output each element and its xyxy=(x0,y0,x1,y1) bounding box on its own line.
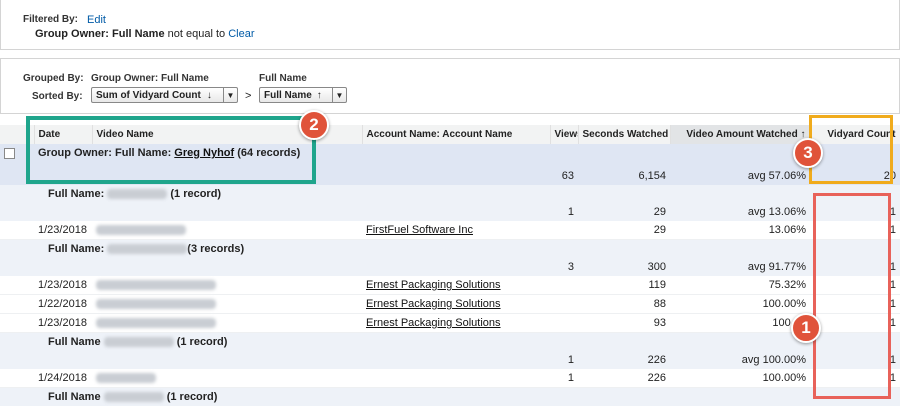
subgroup-views: 3 xyxy=(550,258,578,276)
redacted-video-name xyxy=(96,225,186,236)
subgroup-record-count: (1 record) xyxy=(176,336,228,348)
redacted-video-name xyxy=(96,373,156,384)
subgroup-header: Full Name (1 record) xyxy=(0,332,900,351)
subgroup-views: 1 xyxy=(550,351,578,369)
filter-panel: Filtered By: Edit Group Owner: Full Name… xyxy=(0,0,900,50)
group1-sort-select[interactable]: Sum of Vidyard Count ↓ ▼ xyxy=(91,87,238,103)
subgroup-header: Full Name (1 record) xyxy=(0,387,900,406)
col-header-seconds[interactable]: Seconds Watched xyxy=(578,125,671,144)
redacted-video-name xyxy=(96,318,216,329)
group2-sort-value: Full Name xyxy=(264,89,312,101)
filter-condition: not equal to xyxy=(167,28,226,40)
subgroup-header: Full Name: (3 records) xyxy=(0,239,900,258)
group-amount: avg 57.06% xyxy=(670,167,810,185)
clear-filter-link[interactable]: Clear xyxy=(228,28,254,40)
subgroup-record-count: (1 record) xyxy=(166,391,218,403)
col-header-account[interactable]: Account Name: Account Name xyxy=(362,125,551,144)
filtered-by-label: Filtered By: xyxy=(23,14,79,25)
subgroup-views: 1 xyxy=(550,203,578,221)
col-header-amount[interactable]: Video Amount Watched ↑ xyxy=(670,125,811,144)
account-link[interactable]: Ernest Packaging Solutions xyxy=(366,279,501,291)
dropdown-arrow-icon: ▼ xyxy=(223,88,237,102)
group2-sort-select[interactable]: Full Name ↑ ▼ xyxy=(259,87,347,103)
group2-name: Full Name xyxy=(259,73,307,84)
row-date: 1/22/2018 xyxy=(34,294,92,314)
sort-desc-icon: ↓ xyxy=(206,89,212,101)
table-row: 1/23/2018 Ernest Packaging Solutions 93 … xyxy=(0,313,900,333)
teal-highlight-box xyxy=(26,116,316,184)
row-seconds: 93 xyxy=(578,313,670,333)
annotation-badge-3: 3 xyxy=(793,138,823,168)
row-amount: 13.06% xyxy=(670,221,810,240)
row-date: 1/23/2018 xyxy=(34,221,92,240)
row-date: 1/23/2018 xyxy=(34,313,92,333)
red-highlight-box xyxy=(813,193,891,399)
redacted-video-name xyxy=(96,280,216,291)
subgroup-totals: 3 300 avg 91.77% 1 xyxy=(0,258,900,276)
redacted-name xyxy=(107,244,188,255)
row-amount: 100.00% xyxy=(670,369,810,388)
dropdown-arrow-icon: ▼ xyxy=(332,88,346,102)
subgroup-label: Full Name: xyxy=(48,188,105,200)
table-row: 1/23/2018 FirstFuel Software Inc 29 13.0… xyxy=(0,221,900,240)
subgroup-header: Full Name: (1 record) xyxy=(0,185,900,203)
account-link[interactable]: FirstFuel Software Inc xyxy=(366,224,473,236)
group-separator: > xyxy=(245,90,252,102)
group-seconds: 6,154 xyxy=(578,167,670,185)
amount-header-label: Video Amount Watched xyxy=(686,129,798,140)
annotation-badge-1: 1 xyxy=(791,313,821,343)
account-link[interactable]: Ernest Packaging Solutions xyxy=(366,317,501,329)
redacted-name xyxy=(107,189,168,200)
subgroup-amount: avg 91.77% xyxy=(670,258,810,276)
subgroup-seconds: 300 xyxy=(578,258,670,276)
grouped-by-label: Grouped By: xyxy=(23,73,84,84)
subgroup-totals: 1 29 avg 13.06% 1 xyxy=(0,203,900,221)
table-row: 1/24/2018 1 226 100.00% 1 xyxy=(0,369,900,388)
edit-filter-link[interactable]: Edit xyxy=(87,14,106,26)
subgroup-amount: avg 13.06% xyxy=(670,203,810,221)
row-amount: 100.00 xyxy=(670,313,810,333)
row-views: 1 xyxy=(550,369,578,388)
group-views: 63 xyxy=(550,167,578,185)
sorted-by-label: Sorted By: xyxy=(32,91,83,102)
subgroup-record-count: (1 record) xyxy=(170,188,222,200)
group1-sort-value: Sum of Vidyard Count xyxy=(96,89,201,101)
table-row: 1/23/2018 Ernest Packaging Solutions 119… xyxy=(0,276,900,295)
row-seconds: 226 xyxy=(578,369,670,388)
row-seconds: 88 xyxy=(578,294,670,314)
redacted-name xyxy=(103,337,174,348)
group1-name: Group Owner: Full Name xyxy=(91,73,209,84)
subgroup-totals: 1 226 avg 100.00% 1 xyxy=(0,351,900,369)
subgroup-seconds: 29 xyxy=(578,203,670,221)
account-link[interactable]: Ernest Packaging Solutions xyxy=(366,298,501,310)
filter-criteria: Group Owner: Full Name not equal to Clea… xyxy=(35,28,255,40)
grouping-panel: Grouped By: Sorted By: Group Owner: Full… xyxy=(0,58,900,114)
subgroup-label: Full Name: xyxy=(48,243,105,255)
redacted-name xyxy=(103,392,164,403)
subgroup-amount: avg 100.00% xyxy=(670,351,810,369)
table-row: 1/22/2018 Ernest Packaging Solutions 88 … xyxy=(0,294,900,314)
row-date: 1/23/2018 xyxy=(34,276,92,295)
subgroup-record-count: (3 records) xyxy=(187,243,245,255)
row-amount: 75.32% xyxy=(670,276,810,295)
row-seconds: 119 xyxy=(578,276,670,295)
row-seconds: 29 xyxy=(578,221,670,240)
subgroup-seconds: 226 xyxy=(578,351,670,369)
filter-field: Group Owner: Full Name xyxy=(35,28,165,40)
subgroup-label: Full Name xyxy=(48,336,101,348)
redacted-video-name xyxy=(96,299,216,310)
row-amount: 100.00% xyxy=(670,294,810,314)
subgroup-label: Full Name xyxy=(48,391,101,403)
row-date: 1/24/2018 xyxy=(34,369,92,388)
sort-asc-icon: ↑ xyxy=(316,89,322,101)
group-checkbox[interactable] xyxy=(4,147,15,159)
annotation-badge-2: 2 xyxy=(299,110,329,140)
col-header-views[interactable]: Views xyxy=(550,125,579,144)
